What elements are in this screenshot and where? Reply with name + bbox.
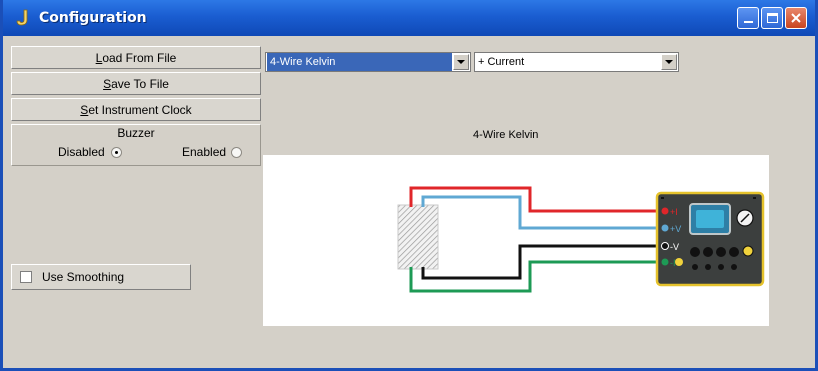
terminal-current-plus <box>661 207 669 215</box>
minimize-icon <box>743 21 753 23</box>
wiring-diagram: +I +V -V -I <box>263 155 769 326</box>
terminal-voltage-plus <box>661 224 669 232</box>
polarity-select[interactable]: + Current <box>474 52 679 72</box>
configuration-window: Configuration Load From File Save To Fil… <box>0 0 818 371</box>
load-accelerator: L <box>95 50 103 65</box>
chevron-down-icon[interactable] <box>453 54 469 70</box>
buzzer-disabled-label: Disabled <box>58 145 105 159</box>
clock-label: et Instrument Clock <box>88 102 192 117</box>
buzzer-group: Buzzer Disabled Enabled <box>11 124 261 166</box>
set-instrument-clock-button[interactable]: Set Instrument Clock <box>11 98 261 121</box>
mode-select[interactable]: 4-Wire Kelvin <box>265 52 471 72</box>
load-label: oad From File <box>102 50 177 65</box>
window-title: Configuration <box>39 10 147 26</box>
terminal-voltage-minus <box>661 242 669 250</box>
minimize-button[interactable] <box>737 7 759 29</box>
buzzer-enabled-label: Enabled <box>182 145 227 159</box>
title-buttons <box>737 7 807 29</box>
chevron-down-icon[interactable] <box>661 54 677 70</box>
use-smoothing-checkbox[interactable]: Use Smoothing <box>11 264 191 290</box>
save-label: ave To File <box>111 76 169 91</box>
maximize-button[interactable] <box>761 7 783 29</box>
terminal-label: -I <box>670 258 676 268</box>
title-bar[interactable]: Configuration <box>3 0 815 36</box>
terminal-current-minus <box>661 258 669 266</box>
device-under-test <box>397 204 439 270</box>
mode-select-value: 4-Wire Kelvin <box>267 53 452 71</box>
smoothing-label: Use Smoothing <box>42 270 125 284</box>
app-icon <box>13 8 33 28</box>
close-button[interactable] <box>785 7 807 29</box>
terminal-label: +V <box>670 224 681 234</box>
smoothing-checkbox-box[interactable] <box>20 271 32 283</box>
save-accelerator: S <box>103 76 112 91</box>
load-from-file-button[interactable]: Load From File <box>11 46 261 69</box>
wire-current-plus <box>409 186 663 213</box>
clock-accelerator: S <box>80 102 89 117</box>
buzzer-enabled-radio[interactable] <box>231 146 243 158</box>
left-panel: Load From File Save To File Set Instrume… <box>11 46 261 166</box>
buzzer-disabled-radio[interactable] <box>110 146 122 158</box>
close-icon <box>791 13 801 23</box>
wiring-diagram-svg: +I +V -V -I <box>397 186 765 293</box>
terminal-label: -V <box>670 242 679 252</box>
terminal-label: +I <box>670 207 678 217</box>
buzzer-title: Buzzer <box>117 126 155 140</box>
diagram-title: 4-Wire Kelvin <box>473 129 539 141</box>
save-to-file-button[interactable]: Save To File <box>11 72 261 95</box>
polarity-select-value: + Current <box>478 56 525 68</box>
buzzer-enabled-option[interactable]: Enabled <box>182 145 243 159</box>
buzzer-disabled-option[interactable]: Disabled <box>58 145 122 159</box>
buzzer-options: Disabled Enabled <box>12 143 260 163</box>
maximize-icon <box>766 13 778 23</box>
